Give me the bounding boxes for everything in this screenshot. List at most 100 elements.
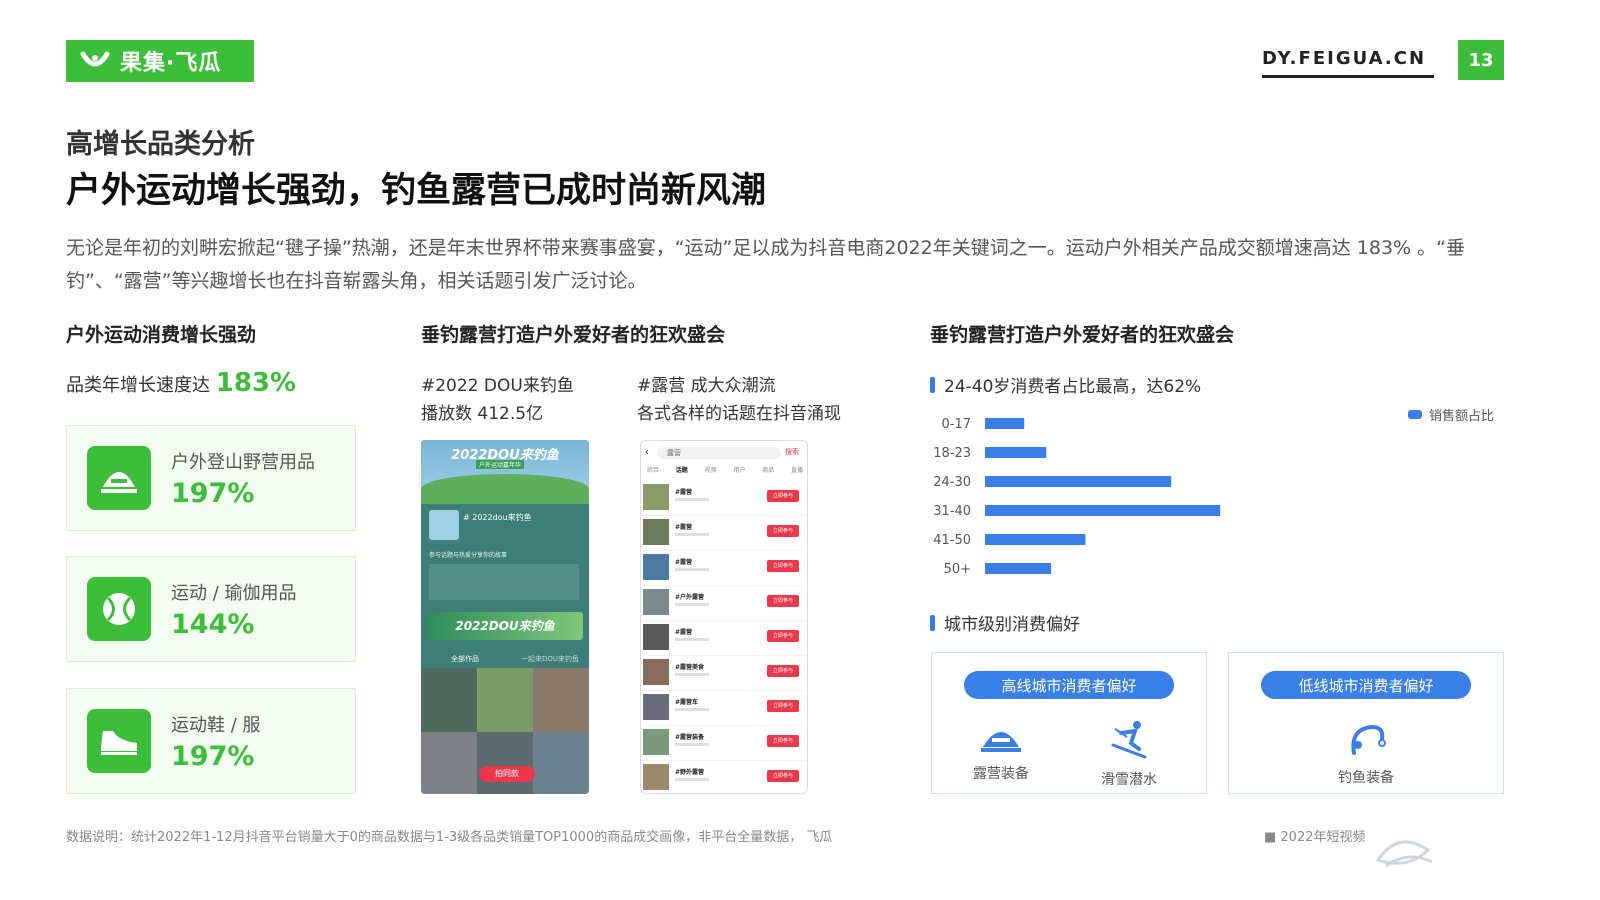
search-input[interactable]: 露营 (657, 447, 781, 459)
category-card-outdoor: 户外登山野营用品 197% (66, 425, 356, 531)
topic-hint: 参与话题与热爱分享你的故事 (429, 552, 508, 559)
logo-icon (80, 51, 110, 67)
category-card-sports: 运动 / 瑜伽用品 144% (66, 556, 356, 662)
topic-name: #露营 (675, 559, 693, 566)
growth-line: 品类年增长速度达 183% (66, 368, 296, 398)
camping-hashtag: #露营 成大众潮流 (637, 376, 776, 396)
preference-item: 钓鱼装备 (1321, 719, 1411, 787)
fishing-topic-screenshot: 2022DOU来钓鱼 户外运动嘉年华 # 2022dou来钓鱼 参与话题与热爱分… (421, 440, 589, 794)
tab-join[interactable]: 一起来DOU来钓鱼 (521, 654, 579, 664)
join-button[interactable]: 立即参与 (767, 735, 799, 747)
intro-paragraph: 无论是年初的刘畊宏掀起“毽子操”热潮，还是年末世界杯带来赛事盛宴，“运动”足以成… (66, 237, 1465, 292)
search-button[interactable]: 搜索 (785, 447, 799, 457)
topic-row[interactable]: #野外露营 立即参与 (641, 761, 807, 793)
topic-desc-block (429, 564, 579, 600)
topic-thumbnail (643, 554, 669, 580)
topic-row[interactable]: #露营 立即参与 (641, 551, 807, 586)
age-tick-label: 50+ (944, 562, 971, 577)
join-button[interactable]: 立即参与 (767, 665, 799, 677)
card-label: 户外登山野营用品 (171, 452, 315, 473)
age-distribution-chart: 0-17 18-23 24-30 31-40 41-50 50+ (933, 417, 1221, 577)
age-bar (985, 505, 1221, 516)
fishing-plays: 播放数 412.5亿 (421, 404, 544, 424)
topic-meta (675, 568, 709, 571)
age-tick-label: 24-30 (933, 475, 971, 490)
topic-row[interactable]: #露营 立即参与 (641, 621, 807, 656)
card-label: 运动鞋 / 服 (171, 715, 261, 736)
topic-row[interactable]: #露营 立即参与 (641, 516, 807, 551)
skier-icon (1111, 721, 1147, 759)
heading-marker (930, 376, 935, 393)
topic-meta (675, 778, 709, 781)
topic-meta (675, 708, 709, 711)
topic-banner: 2022DOU来钓鱼 (427, 612, 583, 640)
video-thumb[interactable] (477, 732, 533, 794)
age-tick-label: 18-23 (933, 446, 971, 461)
join-button[interactable]: 立即参与 (767, 525, 799, 537)
video-thumb[interactable] (533, 732, 589, 794)
preference-item: 滑雪潜水 (1084, 719, 1174, 789)
tab-all-works[interactable]: 全部作品 (451, 654, 479, 664)
search-tab[interactable]: 综合 (647, 465, 659, 474)
join-button[interactable]: 立即参与 (767, 770, 799, 782)
logo-text: 果集·飞瓜 (120, 51, 222, 76)
preference-name: 滑雪潜水 (1101, 772, 1157, 788)
join-button[interactable]: 立即参与 (767, 560, 799, 572)
col3-title: 垂钓露营打造户外爱好者的狂欢盛会 (930, 324, 1235, 346)
topic-row[interactable]: #露营美食 立即参与 (641, 656, 807, 691)
data-note: 数据说明：统计2022年1-12月抖音平台销量大于0的商品数据与1-3级各品类销… (66, 830, 833, 845)
category-card-shoes: 运动鞋 / 服 197% (66, 688, 356, 794)
video-thumb[interactable] (477, 668, 533, 732)
topic-thumbnail (643, 589, 669, 615)
topic-meta (675, 498, 709, 501)
card-value: 197% (171, 741, 255, 772)
topic-row[interactable]: #露营车 立即参与 (641, 691, 807, 726)
topic-row[interactable]: #露营 立即参与 (641, 481, 807, 516)
search-tab[interactable]: 话题 (676, 465, 688, 474)
growth-label: 品类年增长速度达 (66, 375, 210, 396)
topic-thumbnail (643, 519, 669, 545)
search-tab[interactable]: 直播 (791, 465, 803, 474)
age-bar (985, 563, 1052, 574)
topic-meta (675, 638, 709, 641)
topic-name: #露营车 (675, 699, 699, 706)
join-button[interactable]: 立即参与 (767, 595, 799, 607)
topic-name: #户外露营 (675, 594, 705, 601)
high-tier-label: 高线城市消费者偏好 (964, 671, 1174, 699)
age-heading-text: 24-40岁消费者占比最高，达62% (944, 377, 1202, 397)
camping-desc: 各式各样的话题在抖音涌现 (637, 404, 841, 424)
search-tab[interactable]: 商品 (762, 465, 774, 474)
join-button[interactable]: 立即参与 (767, 700, 799, 712)
join-button[interactable]: 立即参与 (767, 630, 799, 642)
search-tab[interactable]: 视频 (705, 465, 717, 474)
topic-name: #露营 (675, 629, 693, 636)
topic-row[interactable]: #露营装备 立即参与 (641, 726, 807, 761)
low-tier-label: 低线城市消费者偏好 (1261, 671, 1471, 699)
site-url[interactable]: DY.FEIGUA.CN (1262, 48, 1426, 69)
search-tab[interactable]: 用户 (733, 465, 745, 474)
topic-row[interactable]: #户外露营 立即参与 (641, 586, 807, 621)
age-bar (985, 447, 1047, 458)
high-tier-preference-panel: 高线城市消费者偏好 露营装备 滑雪潜水 (931, 652, 1207, 794)
topic-thumbnail (643, 729, 669, 755)
video-thumb[interactable] (533, 668, 589, 732)
fishing-icon (1351, 724, 1386, 755)
topic-thumbnail (643, 694, 669, 720)
video-thumb[interactable] (421, 668, 477, 732)
shoot-same-button[interactable]: 拍同款 (479, 766, 535, 782)
topic-meta (675, 743, 709, 746)
card-value: 197% (171, 478, 255, 509)
camping-caption: #露营 成大众潮流 各式各样的话题在抖音涌现 (637, 372, 841, 428)
topic-name: #露营 (675, 524, 693, 531)
ball-icon (87, 577, 151, 641)
preference-name: 钓鱼装备 (1338, 770, 1394, 786)
banner-subtitle: 户外运动嘉年华 (476, 460, 525, 469)
topic-name: #露营 (675, 489, 693, 496)
search-tabs: 综合 话题 视频 用户 商品 直播 (647, 465, 803, 474)
video-thumb[interactable] (421, 732, 477, 794)
back-icon[interactable]: ‹ (645, 447, 649, 458)
watermark-icon (1375, 840, 1433, 868)
join-button[interactable]: 立即参与 (767, 490, 799, 502)
city-heading: 城市级别消费偏好 (930, 610, 1080, 635)
topic-meta (675, 673, 709, 676)
